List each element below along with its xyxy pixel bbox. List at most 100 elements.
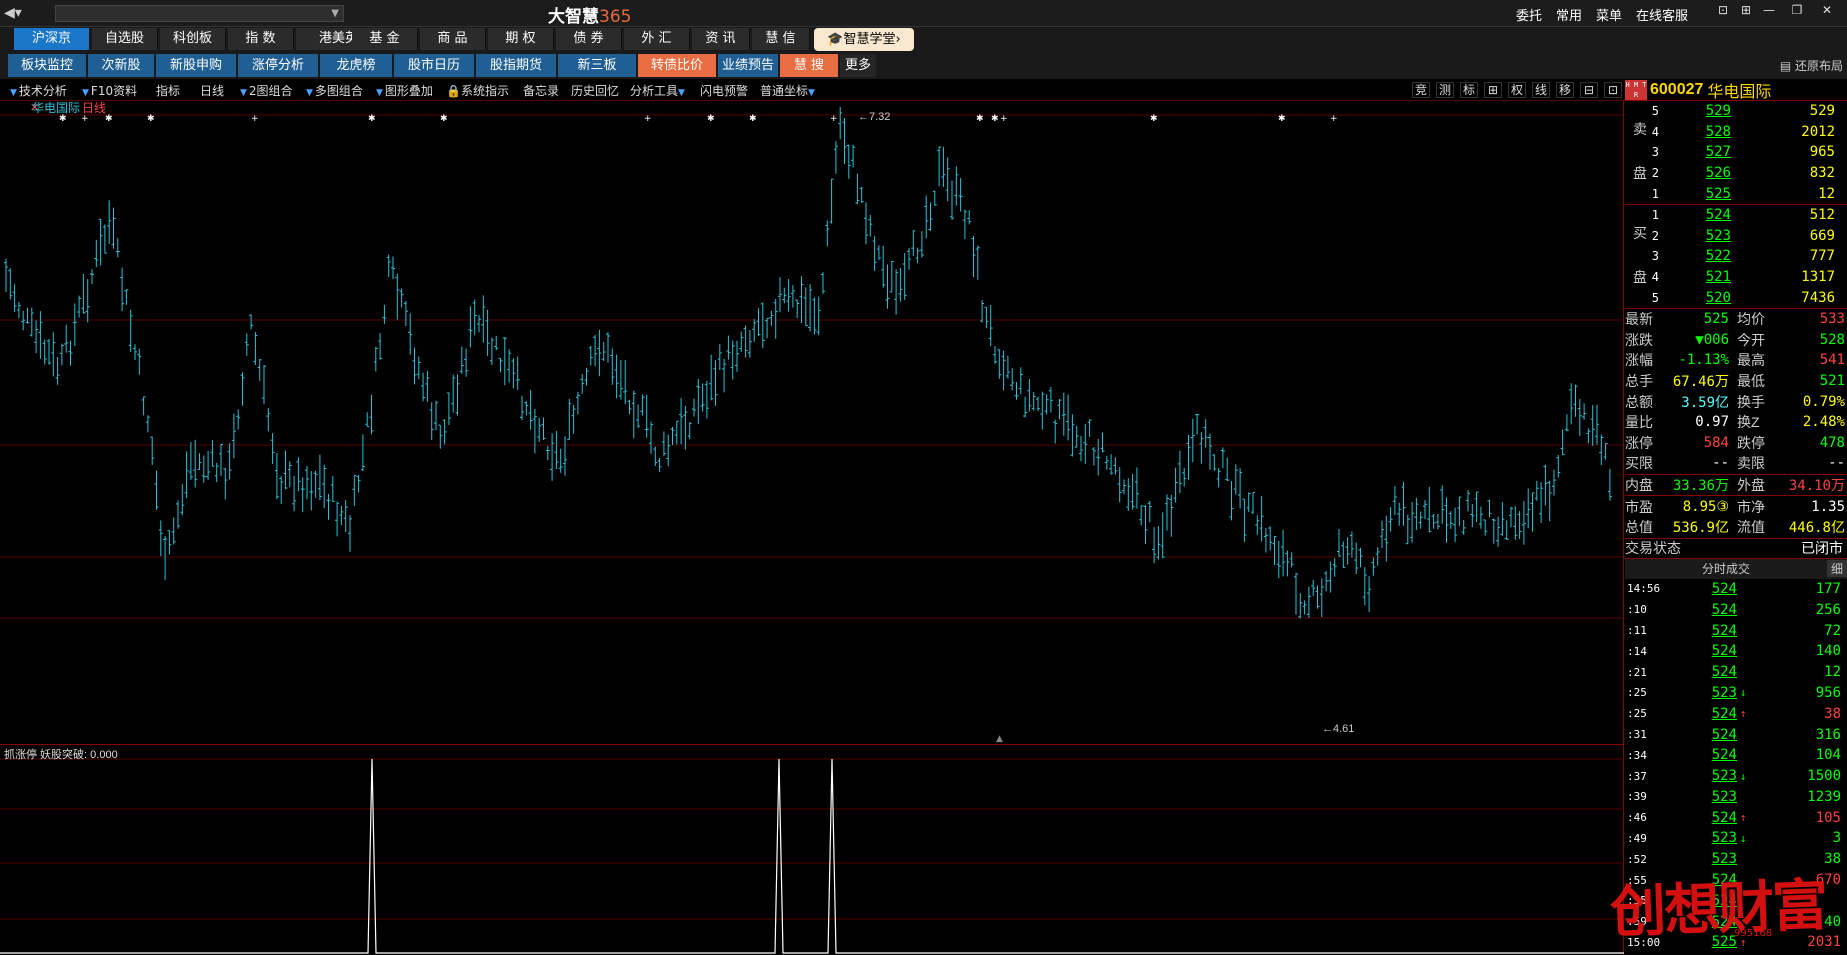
price[interactable]: 526	[1659, 165, 1731, 181]
grid-icon[interactable]: ⊞	[1484, 82, 1502, 98]
tick-row[interactable]: :39 523 1239	[1625, 787, 1847, 808]
event-mark-icon[interactable]: +	[644, 114, 652, 124]
tool-indicator[interactable]: 指标	[156, 82, 180, 99]
tab-commodity[interactable]: 商 品	[420, 28, 486, 50]
maximize-icon[interactable]: ❐	[1786, 2, 1808, 19]
close-icon[interactable]: ✕	[1816, 2, 1838, 19]
minimize-icon[interactable]: —	[1758, 2, 1780, 19]
tab-dragon-tiger[interactable]: 龙虎榜	[320, 54, 392, 77]
tab-watchlist[interactable]: 自选股	[92, 28, 158, 50]
price[interactable]: 528	[1659, 124, 1731, 140]
event-mark-icon[interactable]: +	[1000, 114, 1008, 124]
event-mark-icon[interactable]: ✱	[976, 114, 984, 124]
event-mark-icon[interactable]: +	[251, 114, 259, 124]
price[interactable]: 520	[1659, 290, 1731, 306]
expand-icon[interactable]: ⊡	[1604, 82, 1622, 98]
tab-sector-monitor[interactable]: 板块监控	[8, 54, 86, 77]
restore-layout-button[interactable]: ▤ 还原布局	[1780, 57, 1843, 74]
menu-item-entrust[interactable]: 委托	[1516, 5, 1542, 24]
tab-more[interactable]: 更多	[840, 54, 876, 77]
tick-row[interactable]: :55 524	[1625, 890, 1847, 911]
hmtr-badge[interactable]: H M T R	[1625, 79, 1647, 100]
kline-chart[interactable]: ✱ + ✱ ✱ + ✱ ✱ + ✱ ✱ + ✱ ✱ + ✱ ✱ + ✕ 华电国际 日线 ←7.32 ←4.61 …	[0, 101, 1624, 744]
tab-neeq[interactable]: 新三板	[558, 54, 636, 77]
tab-options[interactable]: 期 权	[488, 28, 554, 50]
tool-move[interactable]: 移	[1556, 82, 1574, 98]
sell-row[interactable]: 4 528 2012	[1625, 122, 1847, 143]
event-mark-icon[interactable]: ✱	[59, 114, 67, 124]
event-mark-icon[interactable]: ✱	[707, 114, 715, 124]
tool-line[interactable]: 线	[1532, 82, 1550, 98]
tool-daily[interactable]: 日线	[200, 82, 224, 99]
tick-row[interactable]: :34 524 104	[1625, 745, 1847, 766]
tick-row[interactable]: :25 523 ↓ 956	[1625, 683, 1847, 704]
tab-index-futures[interactable]: 股指期货	[476, 54, 556, 77]
menu-item-common[interactable]: 常用	[1556, 5, 1582, 24]
tab-new-stocks[interactable]: 次新股	[88, 54, 154, 77]
tool-rights[interactable]: 权	[1508, 82, 1526, 98]
price[interactable]: 529	[1659, 103, 1731, 119]
tick-row[interactable]: :14 524 140	[1625, 641, 1847, 662]
back-arrow-icon[interactable]: ◀▾	[4, 4, 40, 23]
window-icon[interactable]: ⊟	[1580, 82, 1598, 98]
tick-row[interactable]: :25 524 ↑ 38	[1625, 703, 1847, 724]
tick-row[interactable]: :55 524 670	[1625, 870, 1847, 891]
buy-row[interactable]: 5 520 7436	[1625, 287, 1847, 308]
price[interactable]: 523	[1659, 228, 1731, 244]
tab-forex[interactable]: 外 汇	[624, 28, 690, 50]
price[interactable]: 524	[1659, 207, 1731, 223]
menu-item-support[interactable]: 在线客服	[1636, 5, 1688, 24]
tool-coord[interactable]: 普通坐标▼	[760, 82, 817, 99]
tab-hui-search[interactable]: 慧 搜	[780, 54, 838, 77]
price[interactable]: 527	[1659, 144, 1731, 160]
event-mark-icon[interactable]: ✱	[749, 114, 757, 124]
tick-row[interactable]: :37 523 ↓ 1500	[1625, 766, 1847, 787]
tool-tech-analysis[interactable]: ▼ 技术分析	[10, 82, 67, 99]
tool-history[interactable]: 历史回忆	[571, 82, 619, 99]
tick-list[interactable]: 14:56 524 177:10 524 256:11 524 72:14 524 140:21…	[1625, 579, 1847, 953]
tab-fund[interactable]: 基 金	[352, 28, 418, 50]
tool-flash-alert[interactable]: 闪电预警	[700, 82, 748, 99]
academy-button[interactable]: 🎓智慧学堂›	[814, 28, 914, 51]
tool-memo[interactable]: 备忘录	[523, 82, 559, 99]
sell-row[interactable]: 3 527 965	[1625, 142, 1847, 163]
tick-row[interactable]: :59 524 40	[1625, 911, 1847, 932]
tool-overlay[interactable]: ▼ 图形叠加	[376, 82, 433, 99]
search-input[interactable]: ▼	[55, 5, 344, 22]
tick-row[interactable]: 15:00 525 ↑ 2031	[1625, 932, 1847, 953]
menu-item-menu[interactable]: 菜单	[1596, 5, 1622, 24]
buy-row[interactable]: 4 521 1317	[1625, 267, 1847, 288]
tick-row[interactable]: :11 524 72	[1625, 620, 1847, 641]
tab-index[interactable]: 指 数	[228, 28, 294, 50]
tick-row[interactable]: :31 524 316	[1625, 724, 1847, 745]
tab-huixin[interactable]: 慧 信	[752, 28, 810, 50]
tab-market-calendar[interactable]: 股市日历	[394, 54, 474, 77]
skin-icon[interactable]: ⊞	[1735, 2, 1757, 19]
indicator-chart[interactable]: 抓涨停 妖股突破: 0.000	[0, 744, 1624, 955]
tab-convertible-compare[interactable]: 转债比价	[638, 54, 716, 77]
tool-bid[interactable]: 竞	[1412, 82, 1430, 98]
tab-limit-up-analysis[interactable]: 涨停分析	[238, 54, 318, 77]
buy-row[interactable]: 1 524 512	[1625, 205, 1847, 226]
sell-row[interactable]: 5 529 529	[1625, 101, 1847, 122]
event-mark-icon[interactable]: ✱	[1278, 114, 1286, 124]
tool-system-indicator[interactable]: 🔒系统指示	[446, 82, 509, 99]
tool-multi-chart[interactable]: ▼ 多图组合	[306, 82, 363, 99]
tool-f10[interactable]: ▼ F10资料	[82, 82, 137, 99]
tick-row[interactable]: :21 524 12	[1625, 662, 1847, 683]
price[interactable]: 522	[1659, 248, 1731, 264]
event-mark-icon[interactable]: +	[81, 114, 89, 124]
tool-measure[interactable]: 测	[1436, 82, 1454, 98]
sell-row[interactable]: 1 525 12	[1625, 183, 1847, 204]
event-mark-icon[interactable]: ✱	[147, 114, 155, 124]
tool-analysis[interactable]: 分析工具▼	[630, 82, 687, 99]
event-mark-icon[interactable]: ✱	[440, 114, 448, 124]
price[interactable]: 525	[1659, 186, 1731, 202]
tab-earnings-forecast[interactable]: 业绩预告	[718, 54, 778, 77]
buy-row[interactable]: 3 522 777	[1625, 246, 1847, 267]
tool-mark[interactable]: 标	[1460, 82, 1478, 98]
event-mark-icon[interactable]: +	[1330, 114, 1338, 124]
tick-row[interactable]: 14:56 524 177	[1625, 579, 1847, 600]
tab-hushenjing[interactable]: 沪深京	[14, 28, 90, 50]
tick-row[interactable]: :52 523 38	[1625, 849, 1847, 870]
